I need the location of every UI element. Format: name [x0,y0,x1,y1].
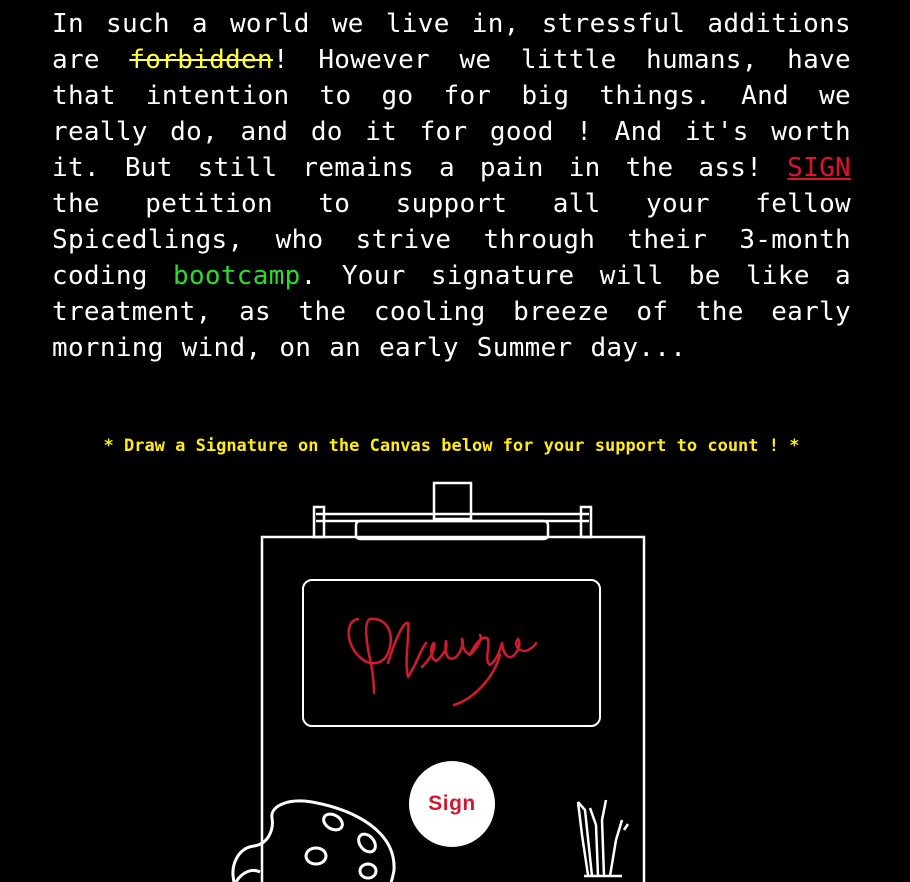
signature-drawing [347,617,538,707]
petition-text: In such a world we live in, stressful ad… [52,6,851,366]
canvas-instruction: * Draw a Signature on the Canvas below f… [103,436,800,456]
sign-link[interactable]: SIGN [787,153,851,183]
struck-word: forbidden [129,45,273,75]
paint-palette-icon [231,799,396,882]
brushes-icon [576,799,630,878]
signature-canvas[interactable] [302,579,601,727]
sign-button[interactable]: Sign [409,761,495,847]
bootcamp-highlight: bootcamp [172,261,301,291]
